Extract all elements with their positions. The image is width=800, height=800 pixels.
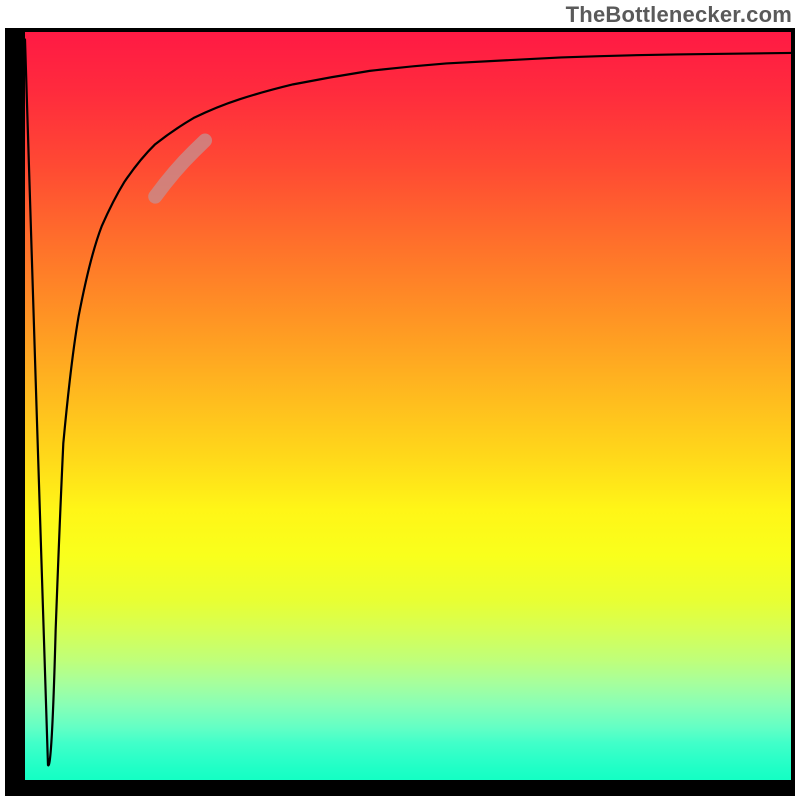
plot-area [25,32,791,780]
highlight-svg [25,32,791,780]
chart-frame [5,28,795,796]
highlight-segment [155,140,205,196]
attribution-text: TheBottlenecker.com [566,2,792,28]
